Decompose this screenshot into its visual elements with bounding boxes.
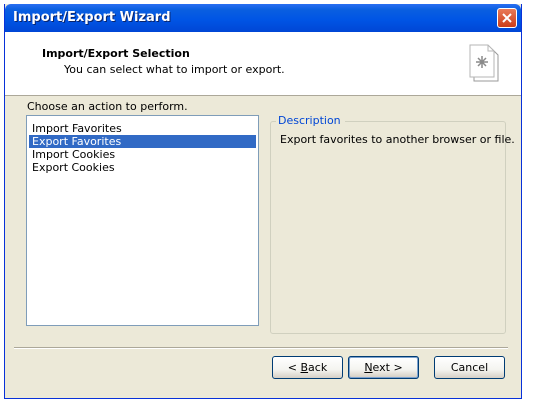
description-heading: Description — [276, 114, 345, 127]
close-button[interactable] — [497, 8, 517, 28]
next-mnemonic: N — [364, 361, 373, 374]
back-prefix: < — [287, 361, 301, 374]
back-label-rest: ack — [308, 361, 328, 374]
cancel-button[interactable]: Cancel — [434, 356, 505, 379]
list-item-export-cookies[interactable]: Export Cookies — [29, 161, 256, 174]
description-text: Export favorites to another browser or f… — [280, 133, 515, 146]
button-separator — [14, 347, 508, 349]
next-label-rest: ext > — [372, 361, 403, 374]
header-subtitle: You can select what to import or export. — [64, 63, 285, 76]
wizard-page-icon — [469, 44, 499, 82]
choose-action-label: Choose an action to perform. — [27, 100, 188, 113]
title-bar[interactable]: Import/Export Wizard — [5, 4, 521, 32]
back-button[interactable]: < Back — [272, 356, 343, 379]
close-icon — [502, 13, 512, 23]
list-item-export-favorites[interactable]: Export Favorites — [29, 135, 256, 148]
header-title: Import/Export Selection — [42, 47, 190, 60]
window-title: Import/Export Wizard — [13, 10, 171, 25]
list-item-import-cookies[interactable]: Import Cookies — [29, 148, 256, 161]
back-mnemonic: B — [300, 361, 309, 374]
action-listbox[interactable]: Import Favorites Export Favorites Import… — [26, 115, 259, 326]
next-button[interactable]: Next > — [348, 356, 419, 379]
wizard-header: Import/Export Selection You can select w… — [5, 32, 521, 96]
description-groupbox — [270, 121, 506, 334]
list-item-import-favorites[interactable]: Import Favorites — [29, 122, 256, 135]
